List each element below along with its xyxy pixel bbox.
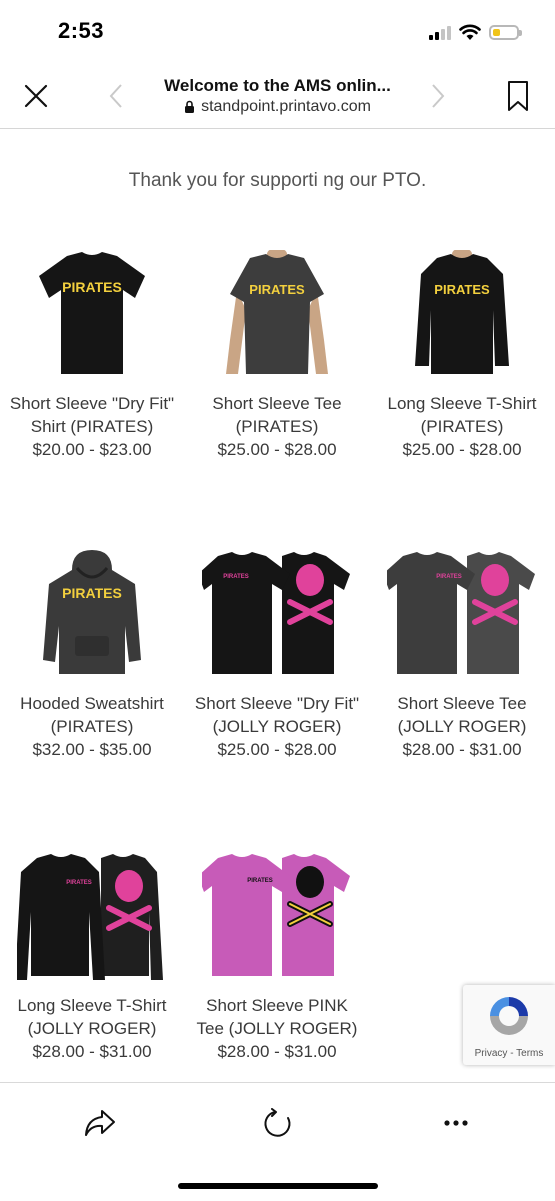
page-title-area[interactable]: Welcome to the AMS onlin... standpoint.p… xyxy=(130,76,425,116)
print-text: PIRATES xyxy=(62,279,122,295)
product-name[interactable]: Long Sleeve T-Shirt (JOLLY ROGER) xyxy=(7,994,177,1040)
recaptcha-icon xyxy=(490,997,528,1035)
share-icon xyxy=(85,1110,115,1136)
product-card[interactable]: PIRATES Short Sleeve Tee (PIRATES) $25.0… xyxy=(192,248,362,461)
print-text: PIRATES xyxy=(436,574,462,580)
product-name[interactable]: Short Sleeve PINK Tee (JOLLY ROGER) xyxy=(192,994,362,1040)
forward-button[interactable] xyxy=(418,76,458,116)
privacy-link[interactable]: Privacy xyxy=(475,1048,508,1059)
print-text: PIRATES xyxy=(223,574,249,580)
product-image[interactable]: PIRATES xyxy=(27,250,157,380)
reload-icon xyxy=(264,1108,291,1137)
url-text: standpoint.printavo.com xyxy=(201,98,371,115)
product-price: $28.00 - $31.00 xyxy=(402,740,522,759)
page-title: Welcome to the AMS onlin... xyxy=(164,76,391,95)
status-bar: 2:53 xyxy=(0,0,555,62)
chevron-left-icon xyxy=(109,84,122,108)
product-card[interactable]: PIRATES Hooded Sweatshirt (PIRATES) $32.… xyxy=(7,550,177,761)
product-price: $25.00 - $28.00 xyxy=(402,440,522,459)
product-price: $20.00 - $23.00 xyxy=(32,440,152,459)
intro-text: Thank you for supporti ng our PTO. xyxy=(128,170,427,191)
chevron-right-icon xyxy=(432,84,445,108)
reload-button[interactable] xyxy=(258,1103,298,1143)
page-content: Thank you for supporti ng our PTO. PIRAT… xyxy=(0,130,555,1082)
bookmark-button[interactable] xyxy=(498,76,538,116)
product-image[interactable]: PIRATES xyxy=(198,852,350,982)
print-text: PIRATES xyxy=(66,880,92,886)
product-image[interactable]: PIRATES xyxy=(198,550,350,680)
product-card[interactable]: PIRATES Long Sleeve T-Shirt (PIRATES) $2… xyxy=(377,248,547,461)
print-text: PIRATES xyxy=(62,585,122,601)
more-button[interactable] xyxy=(436,1103,476,1143)
cellular-signal-icon xyxy=(429,24,451,40)
product-price: $32.00 - $35.00 xyxy=(32,740,152,759)
more-icon xyxy=(444,1120,468,1126)
print-text: PIRATES xyxy=(247,878,273,884)
home-indicator[interactable] xyxy=(178,1183,378,1189)
battery-icon xyxy=(489,24,522,40)
product-image[interactable]: PIRATES xyxy=(27,550,157,680)
product-image[interactable]: PIRATES xyxy=(383,550,535,680)
product-name[interactable]: Long Sleeve T-Shirt (PIRATES) xyxy=(377,392,547,438)
print-text: PIRATES xyxy=(249,282,305,297)
battery-level xyxy=(493,28,500,36)
product-card[interactable]: PIRATES Short Sleeve PINK Tee (JOLLY ROG… xyxy=(192,852,362,1063)
product-card[interactable]: PIRATES Short Sleeve "Dry Fit" (JOLLY RO… xyxy=(192,550,362,761)
recaptcha-badge[interactable]: Privacy - Terms xyxy=(463,985,555,1065)
product-name[interactable]: Hooded Sweatshirt (PIRATES) xyxy=(7,692,177,738)
terms-link[interactable]: Terms xyxy=(516,1048,543,1059)
status-icons xyxy=(429,22,522,42)
wifi-icon xyxy=(459,24,481,40)
product-card[interactable]: PIRATES Short Sleeve "Dry Fit" Shirt (PI… xyxy=(7,250,177,461)
product-name[interactable]: Short Sleeve "Dry Fit" (JOLLY ROGER) xyxy=(192,692,362,738)
product-price: $28.00 - $31.00 xyxy=(217,1042,337,1061)
product-name[interactable]: Short Sleeve "Dry Fit" Shirt (PIRATES) xyxy=(7,392,177,438)
print-text: PIRATES xyxy=(434,282,490,297)
product-image[interactable]: PIRATES xyxy=(15,852,163,982)
product-image[interactable]: PIRATES xyxy=(212,248,342,380)
clock: 2:53 xyxy=(58,18,105,43)
product-image[interactable]: PIRATES xyxy=(397,248,527,380)
url-bar: standpoint.printavo.com xyxy=(130,98,425,116)
close-icon xyxy=(24,84,48,108)
product-card[interactable]: PIRATES Long Sleeve T-Shirt (JOLLY ROGER… xyxy=(7,852,177,1063)
lock-icon xyxy=(185,100,195,113)
close-button[interactable] xyxy=(16,76,56,116)
bookmark-icon xyxy=(508,81,528,111)
product-price: $25.00 - $28.00 xyxy=(217,740,337,759)
product-price: $28.00 - $31.00 xyxy=(32,1042,152,1061)
recaptcha-links: Privacy - Terms xyxy=(474,1048,544,1059)
product-card[interactable]: PIRATES Short Sleeve Tee (JOLLY ROGER) $… xyxy=(377,550,547,761)
product-price: $25.00 - $28.00 xyxy=(217,440,337,459)
browser-header: Welcome to the AMS onlin... standpoint.p… xyxy=(0,62,555,129)
product-name[interactable]: Short Sleeve Tee (JOLLY ROGER) xyxy=(377,692,547,738)
share-button[interactable] xyxy=(80,1103,120,1143)
product-name[interactable]: Short Sleeve Tee (PIRATES) xyxy=(192,392,362,438)
